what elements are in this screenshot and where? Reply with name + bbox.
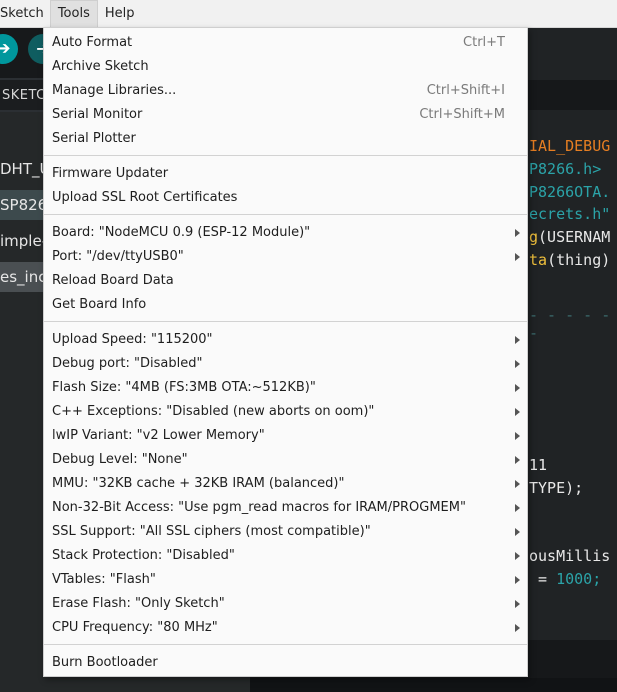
submenu-arrow-icon [515,432,520,440]
menu-item-label: Non-32-Bit Access: "Use pgm_read macros … [52,500,466,515]
code-token: g [529,228,539,246]
menu-item-label: SSL Support: "All SSL ciphers (most comp… [52,524,371,539]
status-bar [250,678,617,692]
menu-item-label: Stack Protection: "Disabled" [52,548,235,563]
menu-item-label: VTables: "Flash" [52,572,156,587]
code-token: = [529,570,557,588]
code-line: g(USERNAM [529,226,610,249]
menu-item-label: Erase Flash: "Only Sketch" [52,596,225,611]
menu-item[interactable]: Get Board Info [44,293,527,317]
menu-item-label: C++ Exceptions: "Disabled (new aborts on… [52,404,375,419]
menu-bar: Sketch Tools Help [0,0,617,28]
menu-item-label: CPU Frequency: "80 MHz" [52,620,218,635]
menu-separator [44,155,527,156]
code-token: (USERNAM [538,228,611,246]
submenu-arrow-icon [515,229,520,237]
code-line: ousMillis [529,547,611,565]
tools-menu: Auto Format Ctrl+T Archive Sketch Manage Li… [43,27,528,677]
menu-item-label: MMU: "32KB cache + 32KB IRAM (balanced)" [52,476,345,491]
code-line: ecrets.h" [529,205,611,223]
menu-item[interactable]: Upload SSL Root Certificates [44,186,527,210]
menu-item-label: Archive Sketch [52,59,149,74]
menu-item[interactable]: Debug port: "Disabled" [44,352,527,376]
menu-tools[interactable]: Tools [49,0,98,27]
menu-item[interactable]: Reload Board Data [44,269,527,293]
menu-item-label: Get Board Info [52,297,147,312]
menu-item[interactable]: Port: "/dev/ttyUSB0" [44,245,527,269]
menu-item-label: Serial Monitor [52,107,143,122]
menu-item[interactable]: lwIP Variant: "v2 Lower Memory" [44,424,527,448]
menu-item[interactable]: Upload Speed: "115200" [44,328,527,352]
menu-item-label: lwIP Variant: "v2 Lower Memory" [52,428,265,443]
menu-item-label: Debug port: "Disabled" [52,356,203,371]
menu-item[interactable]: Erase Flash: "Only Sketch" [44,592,527,616]
menu-item[interactable]: Manage Libraries... Ctrl+Shift+I [44,79,527,103]
menu-item[interactable]: Stack Protection: "Disabled" [44,544,527,568]
submenu-arrow-icon [515,576,520,584]
menu-item-label: Board: "NodeMCU 0.9 (ESP-12 Module)" [52,225,311,240]
menu-separator [44,214,527,215]
submenu-arrow-icon [515,504,520,512]
code-token: 1000; [556,570,602,588]
menu-item-label: Burn Bootloader [52,655,158,670]
menu-item[interactable]: Burn Bootloader [44,651,527,675]
menu-item[interactable]: SSL Support: "All SSL ciphers (most comp… [44,520,527,544]
code-line: ta(thing) [529,249,610,272]
sidebar-item-label: SP826 [0,196,48,214]
menu-item[interactable]: VTables: "Flash" [44,568,527,592]
menu-item-label: Flash Size: "4MB (FS:3MB OTA:~512KB)" [52,380,316,395]
code-token: (thing) [547,251,611,269]
code-token: ta [529,251,548,269]
code-line: = 1000; [529,568,601,591]
submenu-arrow-icon [515,384,520,392]
menu-item[interactable]: Flash Size: "4MB (FS:3MB OTA:~512KB)" [44,376,527,400]
menu-item-label: Debug Level: "None" [52,452,188,467]
menu-item[interactable]: C++ Exceptions: "Disabled (new aborts on… [44,400,527,424]
menu-item[interactable]: Debug Level: "None" [44,448,527,472]
submenu-arrow-icon [515,253,520,261]
submenu-arrow-icon [515,600,520,608]
submenu-arrow-icon [515,408,520,416]
menu-item[interactable]: Serial Plotter [44,127,527,151]
submenu-arrow-icon [515,624,520,632]
sidebar-item-label: es_inc [0,268,47,286]
menu-item[interactable]: Auto Format Ctrl+T [44,31,527,55]
menu-item-label: Serial Plotter [52,131,136,146]
submenu-arrow-icon [515,336,520,344]
menu-item-shortcut: Ctrl+Shift+I [426,83,505,98]
menu-item-label: Upload Speed: "115200" [52,332,213,347]
menu-item[interactable]: MMU: "32KB cache + 32KB IRAM (balanced)" [44,472,527,496]
submenu-arrow-icon [515,528,520,536]
menu-item-label: Upload SSL Root Certificates [52,190,238,205]
menu-item-shortcut: Ctrl+Shift+M [419,107,505,122]
code-line: P8266OTA. [529,183,611,201]
menu-item-label: Auto Format [52,35,133,50]
code-line: TYPE); [529,479,584,497]
menu-item[interactable]: Serial Monitor Ctrl+Shift+M [44,103,527,127]
menu-item[interactable]: CPU Frequency: "80 MHz" [44,616,527,640]
menu-item[interactable]: Firmware Updater [44,162,527,186]
menu-sketch[interactable]: Sketch [0,0,50,27]
menu-item-label: Manage Libraries... [52,83,177,98]
menu-item-label: Reload Board Data [52,273,174,288]
submenu-arrow-icon [515,552,520,560]
menu-separator [44,644,527,645]
comment-divider: - - - - - - [529,306,611,342]
menu-item-shortcut: Ctrl+T [463,35,505,50]
submenu-arrow-icon [515,456,520,464]
code-line: IAL_DEBUG [529,137,611,155]
menu-item[interactable]: Non-32-Bit Access: "Use pgm_read macros … [44,496,527,520]
menu-item[interactable]: Archive Sketch [44,55,527,79]
menu-item-label: Port: "/dev/ttyUSB0" [52,249,184,264]
code-line: 11 [529,456,548,474]
code-line: P8266.h> [529,160,602,178]
menu-item-label: Firmware Updater [52,166,169,181]
sketchbook-label: SKETC [2,88,46,103]
menu-help[interactable]: Help [98,0,142,27]
submenu-arrow-icon [515,360,520,368]
submenu-arrow-icon [515,480,520,488]
menu-separator [44,321,527,322]
menu-item[interactable]: Board: "NodeMCU 0.9 (ESP-12 Module)" [44,221,527,245]
